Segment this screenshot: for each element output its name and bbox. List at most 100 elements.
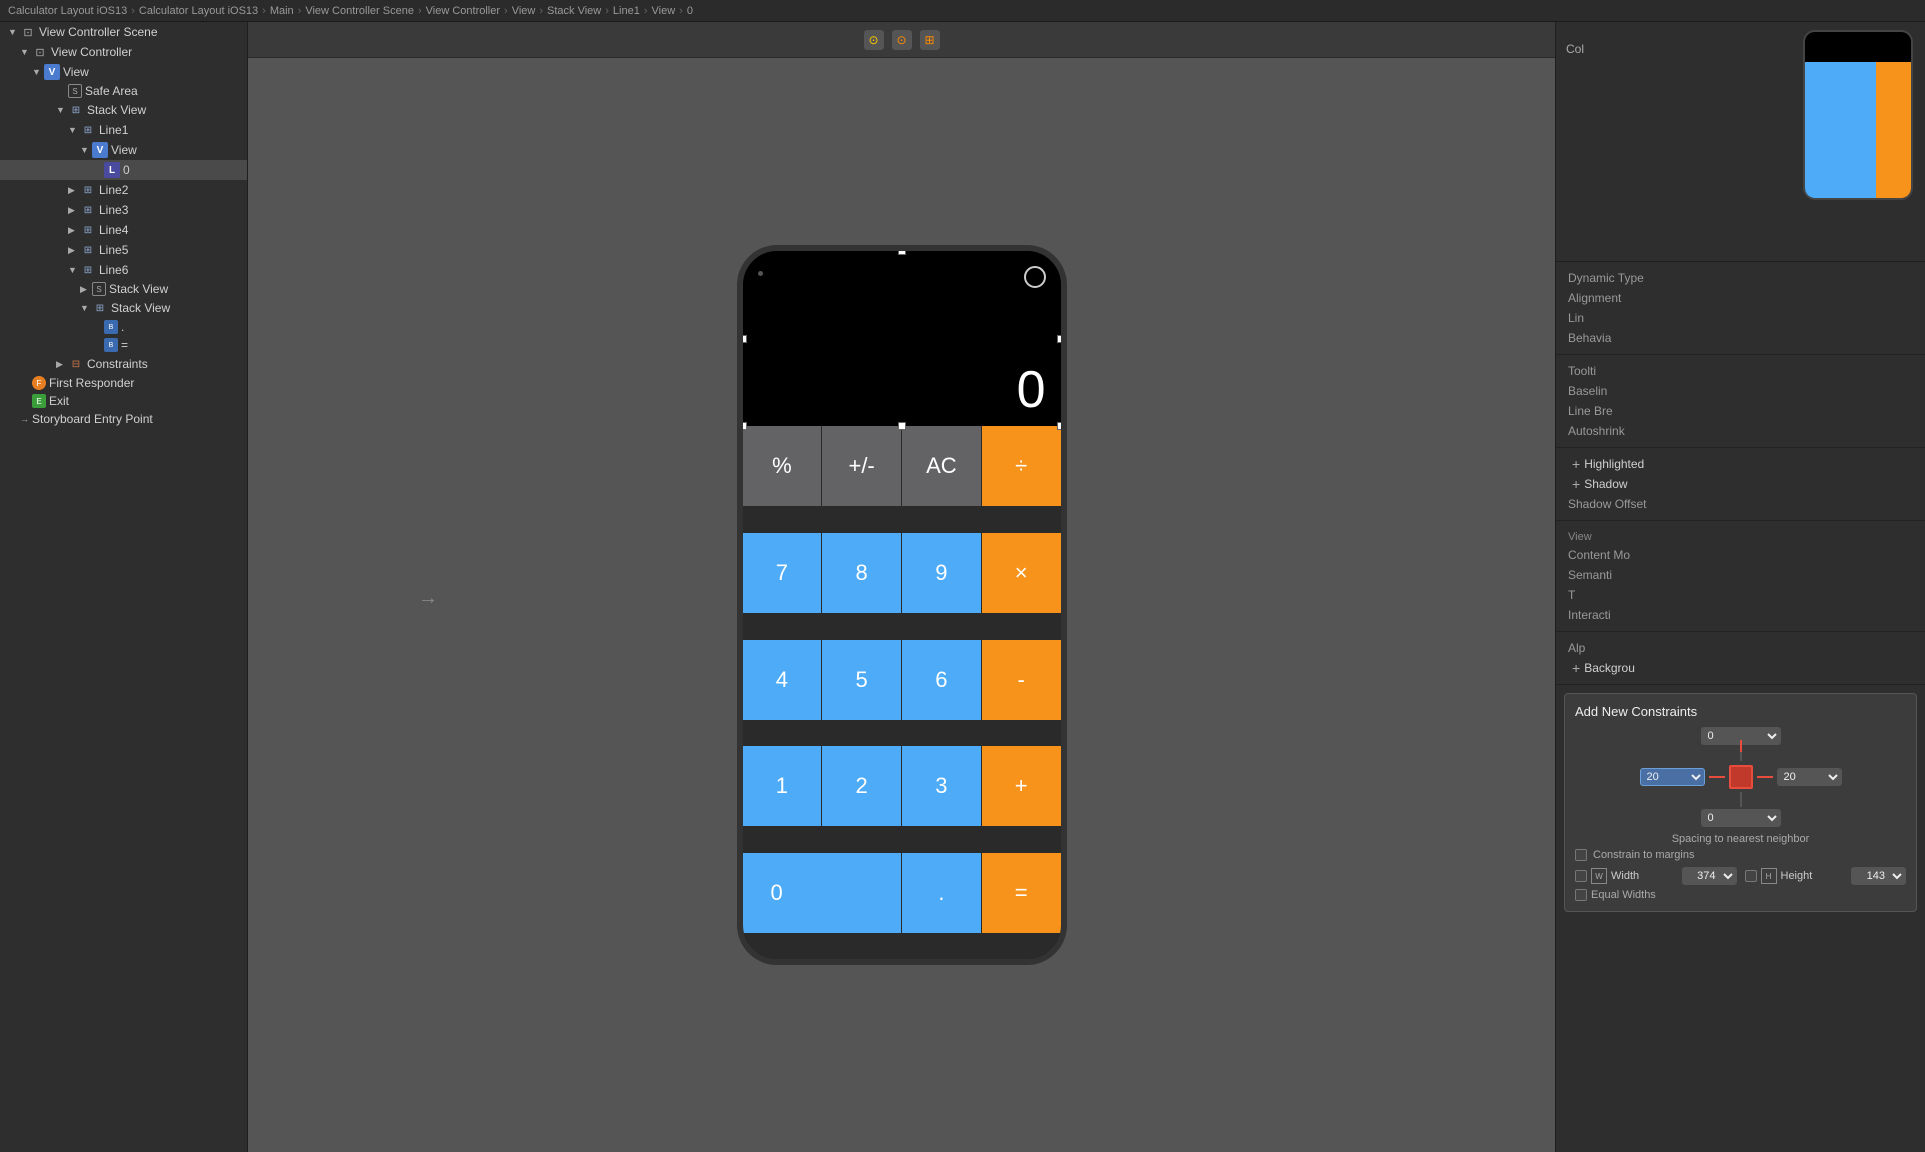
- calc-btn-ac[interactable]: AC: [902, 426, 981, 506]
- sidebar-item-line2[interactable]: ▶ ⊞ Line2: [0, 180, 247, 200]
- sidebar-label: .: [121, 320, 124, 334]
- equal-widths-checkbox[interactable]: [1575, 889, 1587, 901]
- breadcrumb-item[interactable]: View Controller Scene: [305, 5, 414, 17]
- alignment-label: Alignment: [1568, 291, 1688, 305]
- calc-btn-subtract[interactable]: -: [982, 640, 1061, 720]
- top-constraint-line: [1740, 740, 1742, 752]
- handle-tc[interactable]: [898, 251, 906, 255]
- handle-bc[interactable]: [898, 422, 906, 430]
- preview-btn-blue: [1805, 153, 1840, 198]
- constraint-wh-row: W Width 374 H Height 143: [1575, 867, 1906, 885]
- left-constraint-select[interactable]: 20: [1640, 768, 1705, 786]
- calc-btn-plusminus[interactable]: +/-: [822, 426, 901, 506]
- sidebar-item-line1-label[interactable]: L 0: [0, 160, 247, 180]
- lin-label: Lin: [1568, 311, 1688, 325]
- sidebar-item-line6[interactable]: ▼ ⊞ Line6: [0, 260, 247, 280]
- background-plus[interactable]: +: [1568, 660, 1584, 676]
- right-constraint-select[interactable]: 20: [1777, 768, 1842, 786]
- sidebar-item-vc[interactable]: ▼ ⊡ View Controller: [0, 42, 247, 62]
- calc-btn-1[interactable]: 1: [743, 746, 822, 826]
- right-panel: Col Dynamic Type Alignment Lin Behavia T…: [1555, 22, 1925, 1152]
- sidebar: ▼ ⊡ View Controller Scene ▼ ⊡ View Contr…: [0, 22, 248, 1152]
- calc-btn-5[interactable]: 5: [822, 640, 901, 720]
- width-checkbox[interactable]: [1575, 870, 1587, 882]
- bottom-constraint-select[interactable]: 0: [1701, 809, 1781, 827]
- breadcrumb-item[interactable]: Line1: [613, 5, 640, 17]
- breadcrumb-item[interactable]: Stack View: [547, 5, 601, 17]
- main-layout: ▼ ⊡ View Controller Scene ▼ ⊡ View Contr…: [0, 22, 1925, 1152]
- calc-btn-dot[interactable]: .: [902, 853, 981, 933]
- sidebar-label: Constraints: [87, 357, 148, 371]
- handle-tr[interactable]: [1057, 251, 1061, 255]
- arrow-icon: ▶: [68, 245, 80, 256]
- sidebar-item-line1-view[interactable]: ▼ V View: [0, 140, 247, 160]
- calc-btn-percent[interactable]: %: [743, 426, 822, 506]
- stackview-icon: S: [92, 282, 106, 296]
- calc-btn-8[interactable]: 8: [822, 533, 901, 613]
- constraints-popup: Add New Constraints 0 20: [1564, 693, 1917, 912]
- sidebar-item-safearea[interactable]: S Safe Area: [0, 82, 247, 100]
- sidebar-item-button-dot[interactable]: B .: [0, 318, 247, 336]
- sidebar-item-view[interactable]: ▼ V View: [0, 62, 247, 82]
- calc-btn-2[interactable]: 2: [822, 746, 901, 826]
- handle-br[interactable]: [1057, 422, 1061, 430]
- canvas-zoom-btn[interactable]: ⊙: [892, 30, 912, 50]
- sidebar-label: Line1: [99, 123, 128, 137]
- handle-bl[interactable]: [743, 422, 747, 430]
- calc-btn-multiply[interactable]: ×: [982, 533, 1061, 613]
- breadcrumb-item[interactable]: 0: [687, 5, 693, 17]
- sidebar-item-first-responder[interactable]: F First Responder: [0, 374, 247, 392]
- view-icon: V: [92, 142, 108, 158]
- sidebar-item-constraints[interactable]: ▶ ⊟ Constraints: [0, 354, 247, 374]
- canvas-layout-btn[interactable]: ⊞: [920, 30, 940, 50]
- breadcrumb-item[interactable]: View: [512, 5, 536, 17]
- sidebar-item-vcs[interactable]: ▼ ⊡ View Controller Scene: [0, 22, 247, 42]
- handle-mr[interactable]: [1057, 335, 1061, 343]
- calc-button-grid: % +/- AC ÷ 7 8 9 × 4 5 6 - 1 2: [743, 426, 1061, 959]
- calc-btn-7[interactable]: 7: [743, 533, 822, 613]
- breadcrumb-item[interactable]: Calculator Layout iOS13: [139, 5, 258, 17]
- calc-btn-4[interactable]: 4: [743, 640, 822, 720]
- interaction-row: Interacti: [1568, 605, 1913, 625]
- calc-btn-divide[interactable]: ÷: [982, 426, 1061, 506]
- equal-widths-row: Equal Widths: [1575, 889, 1906, 901]
- stackview-icon: ⊞: [80, 222, 96, 238]
- breadcrumb-item[interactable]: Calculator Layout iOS13: [8, 5, 127, 17]
- canvas-pin-btn[interactable]: ⊙: [864, 30, 884, 50]
- sidebar-item-button-equals[interactable]: B =: [0, 336, 247, 354]
- sidebar-item-line3[interactable]: ▶ ⊞ Line3: [0, 200, 247, 220]
- arrow-icon: ▼: [68, 265, 80, 275]
- sidebar-item-storyboard-entry[interactable]: → Storyboard Entry Point: [0, 410, 247, 428]
- height-checkbox[interactable]: [1745, 870, 1757, 882]
- sidebar-item-line6-sv2[interactable]: ▼ ⊞ Stack View: [0, 298, 247, 318]
- width-icon: W: [1591, 868, 1607, 884]
- breadcrumb-item[interactable]: View Controller: [426, 5, 500, 17]
- calc-btn-add[interactable]: +: [982, 746, 1061, 826]
- sidebar-item-exit[interactable]: E Exit: [0, 392, 247, 410]
- background-label: Backgrou: [1584, 661, 1635, 675]
- handle-ml[interactable]: [743, 335, 747, 343]
- calc-btn-6[interactable]: 6: [902, 640, 981, 720]
- breadcrumb-item[interactable]: View: [652, 5, 676, 17]
- arrow-icon: ▶: [68, 185, 80, 196]
- sidebar-item-stackview[interactable]: ▼ ⊞ Stack View: [0, 100, 247, 120]
- sidebar-item-line6-sv1[interactable]: ▶ S Stack View: [0, 280, 247, 298]
- height-value-select[interactable]: 143: [1851, 867, 1906, 885]
- calc-btn-9[interactable]: 9: [902, 533, 981, 613]
- sidebar-item-line1[interactable]: ▼ ⊞ Line1: [0, 120, 247, 140]
- calc-display-number: 0: [1017, 364, 1046, 416]
- shadow-plus[interactable]: +: [1568, 476, 1584, 492]
- calc-btn-equals[interactable]: =: [982, 853, 1061, 933]
- calc-btn-0[interactable]: 0: [743, 853, 902, 933]
- stackview-icon: ⊞: [80, 122, 96, 138]
- alignment-row: Alignment: [1568, 288, 1913, 308]
- handle-tl[interactable]: [743, 251, 747, 255]
- width-value-select[interactable]: 374: [1682, 867, 1737, 885]
- sidebar-item-line5[interactable]: ▶ ⊞ Line5: [0, 240, 247, 260]
- constrain-margins-checkbox[interactable]: [1575, 849, 1587, 861]
- alpha-label: Alp: [1568, 641, 1688, 655]
- calc-btn-3[interactable]: 3: [902, 746, 981, 826]
- breadcrumb-item[interactable]: Main: [270, 5, 294, 17]
- highlighted-plus[interactable]: +: [1568, 456, 1584, 472]
- sidebar-item-line4[interactable]: ▶ ⊞ Line4: [0, 220, 247, 240]
